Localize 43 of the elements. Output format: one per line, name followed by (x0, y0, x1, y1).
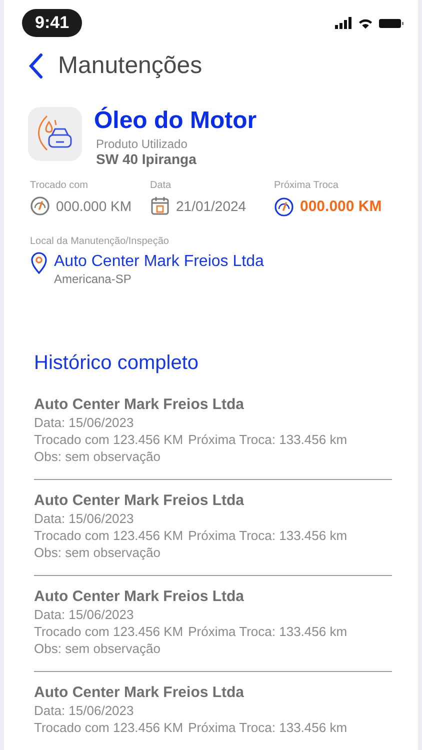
history-date: Data: 15/06/2023 (34, 510, 135, 527)
history-next: Próxima Troca: 133.456 km (188, 431, 348, 448)
signal-icon (335, 17, 352, 29)
location-label: Local da Manutenção/Inspeção (30, 235, 170, 249)
location-name[interactable]: Auto Center Mark Freios Ltda (54, 252, 264, 272)
history-obs: Obs: sem observação (34, 544, 162, 561)
history-obs: Obs: sem observação (34, 640, 162, 657)
stat-label: Data (150, 178, 172, 192)
wifi-icon (358, 18, 373, 28)
calendar-icon (150, 196, 170, 216)
history-changed: Trocado com 123.456 KM (34, 527, 184, 544)
location-city: Americana-SP (54, 272, 132, 286)
history-changed: Trocado com 123.456 KM (34, 431, 184, 448)
history-next: Próxima Troca: 133.456 km (188, 719, 348, 736)
product-label: Produto Utilizado (96, 136, 188, 150)
stat-value: 000.000 KM (56, 196, 132, 216)
service-title: Óleo do Motor (94, 106, 257, 134)
stat-value: 000.000 KM (300, 196, 382, 216)
stat-label: Trocado com (30, 178, 89, 192)
page-title: Manutenções (58, 51, 202, 82)
stat-label: Próxima Troca (274, 178, 340, 192)
history-place: Auto Center Mark Freios Ltda (34, 396, 246, 414)
history-changed: Trocado com 123.456 KM (34, 623, 184, 640)
back-icon[interactable] (28, 53, 44, 80)
history-date: Data: 15/06/2023 (34, 414, 135, 431)
history-place: Auto Center Mark Freios Ltda (34, 684, 246, 702)
history-changed: Trocado com 123.456 KM (34, 719, 184, 736)
section-title: Histórico completo (33, 351, 200, 376)
history-place: Auto Center Mark Freios Ltda (34, 492, 246, 510)
history-date: Data: 15/06/2023 (34, 702, 135, 719)
history-next: Próxima Troca: 133.456 km (188, 623, 348, 640)
gauge-icon (274, 196, 294, 217)
gauge-icon (30, 196, 50, 216)
history-obs: Obs: sem observação (34, 448, 162, 465)
product-name: SW 40 Ipiranga (96, 150, 198, 168)
history-place: Auto Center Mark Freios Ltda (34, 588, 246, 606)
status-time: 9:41 (22, 9, 82, 37)
history-next: Próxima Troca: 133.456 km (188, 527, 348, 544)
location-pin-icon (30, 252, 48, 274)
oil-car-icon (28, 106, 82, 160)
battery-icon (379, 18, 404, 28)
history-date: Data: 15/06/2023 (34, 606, 135, 623)
stat-value: 21/01/2024 (176, 196, 246, 216)
